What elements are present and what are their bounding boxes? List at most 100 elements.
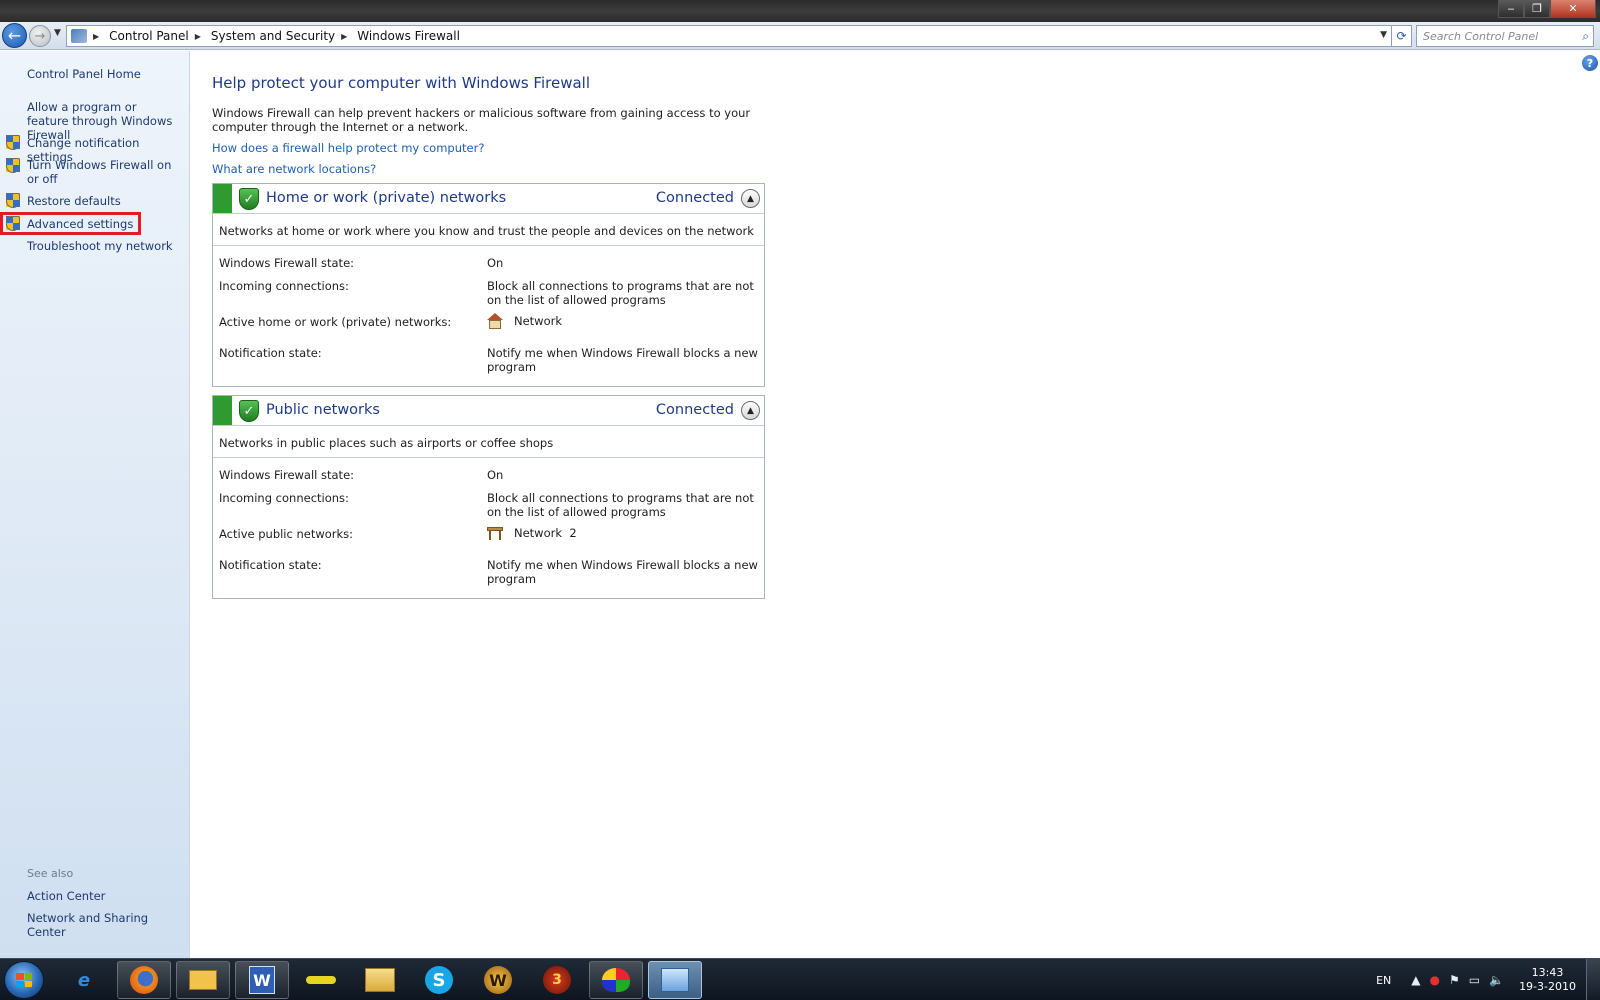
bench-icon (487, 525, 503, 541)
close-button[interactable]: ✕ (1550, 0, 1596, 18)
help-icon[interactable]: ? (1582, 55, 1598, 71)
clock[interactable]: 13:43 19-3-2010 (1519, 966, 1576, 994)
notification-label: Notification state: (219, 558, 322, 572)
breadcrumb-system-and-security[interactable]: System and Security (211, 29, 335, 43)
status-bar (213, 184, 232, 213)
taskbar-firefox[interactable] (117, 961, 171, 999)
start-button[interactable] (4, 961, 44, 999)
collapse-button[interactable]: ▲ (741, 401, 760, 420)
search-input[interactable] (1417, 26, 1567, 46)
shield-icon (6, 193, 20, 208)
mail-icon (189, 970, 217, 990)
panel-header[interactable]: ✓ Home or work (private) networks Connec… (213, 184, 764, 214)
panel-title: Home or work (private) networks (266, 190, 507, 206)
active-network-name: Network 2 (514, 526, 577, 540)
system-tray: EN ▲ ● ⚑ ▭ 🔈 13:43 19-3-2010 (1376, 959, 1600, 1000)
state-label: Windows Firewall state: (219, 256, 355, 270)
show-hidden-icons-icon[interactable]: ▲ (1411, 973, 1420, 987)
windows-logo-icon (16, 973, 32, 987)
sidebar-item-advanced-settings[interactable]: Advanced settings (27, 217, 177, 231)
show-desktop-button[interactable] (1586, 959, 1600, 1000)
address-dropdown-icon[interactable]: ▼ (1380, 30, 1387, 40)
address-bar[interactable]: ▶ Control Panel ▶ System and Security ▶ … (66, 25, 1412, 47)
see-also-heading: See also (27, 867, 74, 880)
status-bar (213, 396, 232, 425)
connection-status: Connected (655, 402, 734, 418)
minimize-button[interactable]: ‒ (1498, 0, 1524, 18)
connection-status: Connected (655, 190, 734, 206)
sidebar-item-control-panel-home[interactable]: Control Panel Home (27, 67, 177, 81)
word-icon: W (249, 966, 275, 994)
navigation-bar: ← → ▼ ▶ Control Panel ▶ System and Secur… (0, 22, 1600, 50)
sidebar-item-troubleshoot-network[interactable]: Troubleshoot my network (27, 239, 177, 253)
search-box[interactable]: ⌕ (1416, 25, 1594, 47)
maximize-button[interactable]: ❐ (1524, 0, 1550, 18)
panel-title: Public networks (266, 402, 380, 418)
taskbar-control-panel[interactable] (648, 961, 702, 999)
notification-label: Notification state: (219, 346, 322, 360)
taskbar-paint[interactable] (589, 961, 643, 999)
shield-check-icon: ✓ (239, 400, 259, 422)
firefox-icon (130, 966, 158, 994)
shield-icon (6, 216, 20, 231)
breadcrumb-control-panel[interactable]: Control Panel (109, 29, 189, 43)
control-panel-icon (661, 968, 689, 992)
taskbar-game[interactable]: 3 (530, 961, 584, 999)
sidebar-item-turn-firewall-on-off[interactable]: Turn Windows Firewall on or off (27, 158, 177, 186)
active-network: Network (487, 313, 562, 329)
state-label: Windows Firewall state: (219, 468, 355, 482)
taskbar: e W S W 3 EN ▲ ● ⚑ ▭ 🔈 13:43 19-3-2010 (0, 958, 1600, 1000)
action-center-flag-icon[interactable]: ⚑ (1449, 973, 1460, 987)
game-icon: 3 (543, 966, 571, 994)
language-indicator[interactable]: EN (1376, 974, 1391, 987)
chevron-right-icon[interactable]: ▶ (93, 32, 99, 41)
clock-date: 19-3-2010 (1519, 980, 1576, 993)
taskbar-skype[interactable]: S (412, 961, 466, 999)
house-icon (487, 313, 503, 329)
taskbar-internet-explorer[interactable]: e (57, 961, 111, 999)
notification-value: Notify me when Windows Firewall blocks a… (487, 558, 758, 586)
search-icon[interactable]: ⌕ (1582, 29, 1589, 44)
chevron-up-icon: ▲ (747, 193, 754, 204)
network-locations-link[interactable]: What are network locations? (212, 162, 376, 176)
tool-icon (306, 976, 336, 984)
refresh-icon[interactable]: ⟳ (1391, 26, 1411, 46)
taskbar-mail[interactable] (176, 961, 230, 999)
taskbar-tool[interactable] (294, 961, 348, 999)
collapse-button[interactable]: ▲ (741, 189, 760, 208)
panel-header[interactable]: ✓ Public networks Connected ▲ (213, 396, 764, 426)
active-networks-label: Active public networks: (219, 527, 354, 541)
incoming-label: Incoming connections: (219, 491, 349, 505)
arrow-left-icon: ← (7, 26, 22, 45)
network-icon[interactable]: ▭ (1469, 973, 1480, 987)
shield-icon (6, 135, 20, 150)
notification-value: Notify me when Windows Firewall blocks a… (487, 346, 758, 374)
private-networks-panel: ✓ Home or work (private) networks Connec… (212, 183, 765, 387)
intro-text: Windows Firewall can help prevent hacker… (212, 106, 751, 134)
sidebar-item-action-center[interactable]: Action Center (27, 889, 177, 903)
panel-description: Networks in public places such as airpor… (213, 426, 764, 458)
shield-check-icon: ✓ (239, 188, 259, 210)
firewall-help-link[interactable]: How does a firewall help protect my comp… (212, 141, 484, 155)
incoming-value: Block all connections to programs that a… (487, 491, 754, 519)
skype-icon: S (425, 966, 453, 994)
incoming-label: Incoming connections: (219, 279, 349, 293)
folder-icon (365, 968, 395, 992)
taskbar-word[interactable]: W (235, 961, 289, 999)
active-network: Network 2 (487, 525, 577, 541)
recent-pages-dropdown[interactable]: ▼ (54, 28, 61, 38)
sidebar-item-restore-defaults[interactable]: Restore defaults (27, 194, 177, 208)
public-networks-panel: ✓ Public networks Connected ▲ Networks i… (212, 395, 765, 599)
back-button[interactable]: ← (2, 23, 27, 48)
chevron-right-icon[interactable]: ▶ (195, 32, 201, 41)
chevron-right-icon[interactable]: ▶ (341, 32, 347, 41)
antivirus-icon[interactable]: ● (1430, 973, 1440, 987)
taskbar-explorer[interactable] (353, 961, 407, 999)
taskbar-wow[interactable]: W (471, 961, 525, 999)
internet-explorer-icon: e (77, 969, 91, 991)
paint-icon (602, 968, 630, 992)
volume-icon[interactable]: 🔈 (1489, 973, 1504, 987)
forward-button[interactable]: → (29, 25, 51, 47)
breadcrumb-windows-firewall[interactable]: Windows Firewall (357, 29, 460, 43)
sidebar-item-network-sharing-center[interactable]: Network and Sharing Center (27, 911, 177, 939)
